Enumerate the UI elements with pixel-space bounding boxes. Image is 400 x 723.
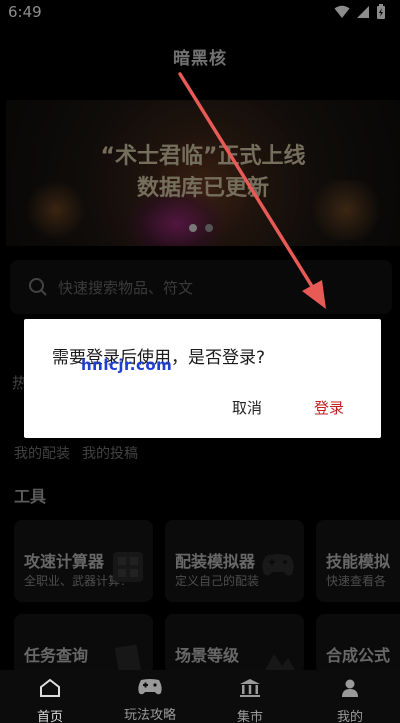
- nav-item-guides[interactable]: 玩法攻略: [110, 678, 190, 723]
- home-icon: [40, 678, 60, 697]
- market-icon: [240, 679, 260, 697]
- nav-item-label: 集市: [236, 710, 263, 723]
- nav-item-home[interactable]: 首页: [10, 678, 90, 723]
- login-button[interactable]: 登录: [314, 397, 344, 418]
- nav-item-label: 首页: [36, 710, 63, 723]
- nav-item-label: 玩法攻略: [123, 708, 176, 723]
- gamepad-icon: [138, 679, 162, 695]
- bottom-navigation: 首页 玩法攻略 集市 我的: [0, 670, 400, 723]
- nav-item-me[interactable]: 我的: [310, 678, 390, 723]
- watermark-text: hnlcjr.com: [81, 356, 173, 374]
- cancel-button[interactable]: 取消: [232, 397, 262, 418]
- nav-item-market[interactable]: 集市: [210, 678, 290, 723]
- user-icon: [342, 679, 358, 697]
- nav-item-label: 我的: [336, 710, 363, 723]
- login-dialog: 需要登录后使用，是否登录? hnlcjr.com 取消 登录: [24, 319, 381, 438]
